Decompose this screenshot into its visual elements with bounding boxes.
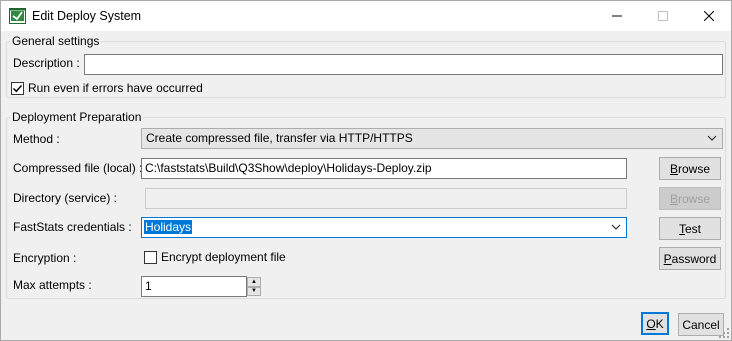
spin-down-icon[interactable]: ▼ [247,286,261,296]
directory-label: Directory (service) : [13,191,118,205]
description-input[interactable] [84,54,723,75]
method-label: Method : [13,132,60,146]
ok-button[interactable]: OK [641,312,669,335]
encrypt-checkbox[interactable] [144,251,157,264]
credentials-label: FastStats credentials : [13,220,132,234]
close-button[interactable] [686,1,732,31]
test-button-label: Test [678,221,701,236]
chevron-down-icon [611,224,621,230]
ok-button-label: OK [646,316,664,331]
max-attempts-input[interactable]: 1 [141,276,247,297]
method-selected-value: Create compressed file, transfer via HTT… [146,131,413,145]
general-settings-legend: General settings [10,34,102,48]
minimize-icon [612,15,622,17]
chevron-down-icon [707,135,717,141]
browse-compressed-button[interactable]: Browse [659,157,721,180]
deployment-preparation-legend: Deployment Preparation [10,110,144,124]
run-errors-checkbox[interactable] [11,82,24,95]
maximize-button[interactable] [640,1,686,31]
spin-up-icon[interactable]: ▲ [247,277,261,287]
method-select[interactable]: Create compressed file, transfer via HTT… [141,128,723,149]
browse-directory-label: Browse [669,191,711,206]
description-label: Description : [13,56,80,70]
credentials-select[interactable]: Holidays [141,217,627,238]
close-icon [704,11,714,21]
browse-compressed-label: Browse [669,161,711,176]
title-bar[interactable]: Edit Deploy System [1,1,731,31]
minimize-button[interactable] [594,1,640,31]
compressed-file-label: Compressed file (local) : [13,161,143,175]
compressed-file-input[interactable]: C:\faststats\Build\Q3Show\deploy\Holiday… [141,158,627,179]
edit-deploy-system-dialog: Edit Deploy System General settings Desc… [0,0,732,341]
credentials-selected-value: Holidays [144,220,193,234]
maximize-icon [658,11,668,21]
cancel-button[interactable]: Cancel [678,313,724,336]
encrypt-label: Encrypt deployment file [161,250,286,264]
test-button[interactable]: Test [659,217,721,240]
browse-directory-button[interactable]: Browse [659,187,721,210]
resize-grip-icon[interactable] [719,328,729,338]
deploy-app-icon [9,8,26,24]
window-title: Edit Deploy System [32,9,142,23]
run-errors-label: Run even if errors have occurred [28,81,203,95]
password-button[interactable]: Password [659,247,721,270]
encryption-label: Encryption : [13,251,77,265]
password-button-label: Password [663,251,717,266]
max-attempts-spinner[interactable]: ▲ ▼ [247,277,261,296]
max-attempts-label: Max attempts : [13,278,92,292]
checkmark-icon [12,84,23,93]
directory-input[interactable] [145,188,627,209]
